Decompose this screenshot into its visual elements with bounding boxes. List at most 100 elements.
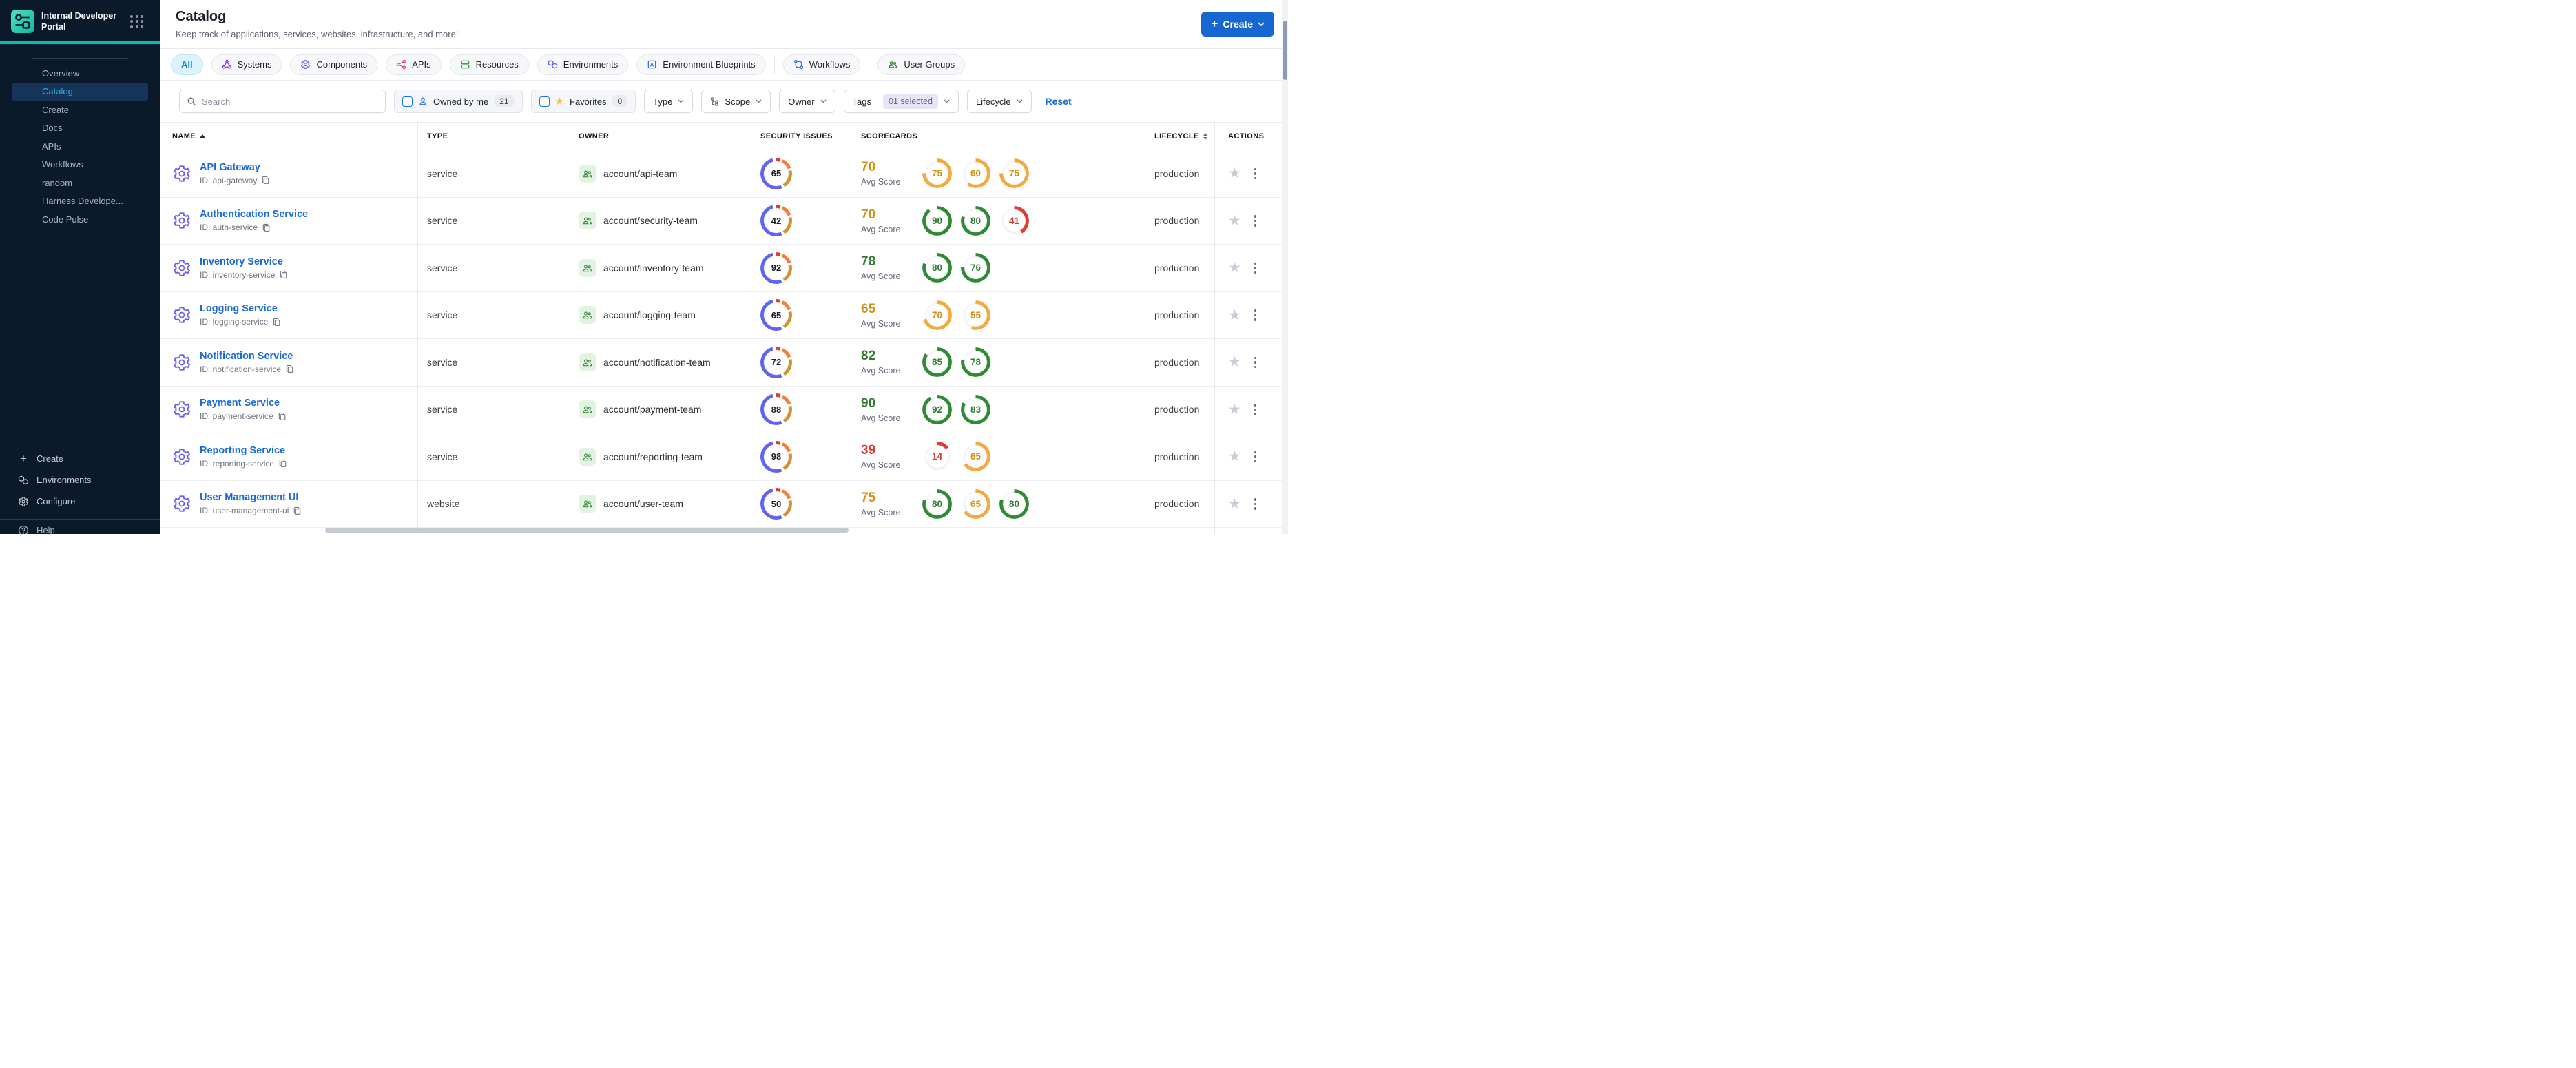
scorecard-ring[interactable]: 41 — [999, 206, 1029, 236]
security-issues-ring[interactable]: 50 — [760, 488, 792, 520]
scorecard-ring[interactable]: 65 — [961, 442, 990, 471]
tab-all[interactable]: All — [171, 54, 203, 75]
security-issues-ring[interactable]: 92 — [760, 252, 792, 284]
sidebar-item-create[interactable]: Create — [12, 101, 148, 119]
favorite-star-icon[interactable]: ★ — [1228, 214, 1241, 228]
favorite-star-icon[interactable]: ★ — [1228, 166, 1241, 181]
entity-name-link[interactable]: Notification Service — [200, 351, 294, 362]
kebab-menu-icon[interactable] — [1252, 449, 1259, 465]
owner-name[interactable]: account/reporting-team — [603, 451, 703, 462]
security-issues-ring[interactable]: 88 — [760, 393, 792, 425]
sidebar-item-configure[interactable]: Configure — [0, 491, 160, 512]
scorecard-ring[interactable]: 55 — [961, 300, 990, 330]
scorecard-ring[interactable]: 92 — [922, 395, 952, 424]
owner-name[interactable]: account/payment-team — [603, 404, 701, 415]
sidebar-item-docs[interactable]: Docs — [12, 119, 148, 138]
entity-name-link[interactable]: Payment Service — [200, 398, 287, 409]
copy-icon[interactable] — [272, 318, 281, 327]
copy-icon[interactable] — [279, 270, 288, 279]
security-issues-ring[interactable]: 65 — [760, 158, 792, 189]
entity-name-link[interactable]: Logging Service — [200, 303, 281, 314]
app-grid-icon[interactable] — [130, 14, 143, 28]
kebab-menu-icon[interactable] — [1252, 402, 1259, 418]
scorecard-ring[interactable]: 75 — [999, 158, 1029, 188]
tab-apis[interactable]: APIs — [386, 54, 442, 75]
sidebar-item-apis[interactable]: APIs — [12, 137, 148, 156]
scorecard-ring[interactable]: 70 — [922, 300, 952, 330]
kebab-menu-icon[interactable] — [1252, 260, 1259, 276]
sidebar-item-environments[interactable]: Environments — [0, 469, 160, 491]
kebab-menu-icon[interactable] — [1252, 166, 1259, 182]
column-header-name[interactable]: NAME — [160, 132, 417, 141]
entity-name-link[interactable]: Authentication Service — [200, 209, 308, 220]
favorite-star-icon[interactable]: ★ — [1228, 402, 1241, 417]
owner-name[interactable]: account/inventory-team — [603, 263, 704, 274]
type-dropdown[interactable]: Type — [644, 90, 694, 113]
sidebar-item-create[interactable]: + Create — [0, 448, 160, 469]
lifecycle-dropdown[interactable]: Lifecycle — [966, 90, 1032, 113]
vertical-scrollbar[interactable] — [1282, 0, 1288, 534]
scorecard-ring[interactable]: 80 — [999, 489, 1029, 519]
tab-environments[interactable]: Environments — [537, 54, 629, 75]
table-row[interactable]: Reporting Service ID: reporting-service … — [160, 433, 1288, 481]
kebab-menu-icon[interactable] — [1252, 355, 1259, 371]
entity-name-link[interactable]: Inventory Service — [200, 256, 288, 267]
table-row[interactable]: Notification Service ID: notification-se… — [160, 339, 1288, 387]
sidebar-item-help[interactable]: Help — [0, 519, 160, 534]
tags-dropdown[interactable]: Tags 01 selected — [843, 90, 959, 113]
table-row[interactable]: User Management UI ID: user-management-u… — [160, 481, 1288, 528]
entity-name-link[interactable]: API Gateway — [200, 162, 270, 173]
favorite-star-icon[interactable]: ★ — [1228, 497, 1241, 511]
owned-by-me-checkbox[interactable] — [402, 96, 413, 107]
sidebar-item-overview[interactable]: Overview — [12, 64, 148, 83]
kebab-menu-icon[interactable] — [1252, 213, 1259, 229]
sidebar-item-harness-develope-[interactable]: Harness Develope... — [12, 192, 148, 211]
owner-name[interactable]: account/notification-team — [603, 357, 711, 368]
tab-resources[interactable]: Resources — [449, 54, 529, 75]
owner-dropdown[interactable]: Owner — [779, 90, 835, 113]
scorecard-ring[interactable]: 65 — [961, 489, 990, 519]
scorecard-ring[interactable]: 80 — [922, 253, 952, 283]
security-issues-ring[interactable]: 72 — [760, 347, 792, 378]
scorecard-ring[interactable]: 85 — [922, 347, 952, 377]
create-button[interactable]: + Create — [1201, 12, 1274, 37]
copy-icon[interactable] — [285, 364, 294, 373]
favorite-star-icon[interactable]: ★ — [1228, 308, 1241, 322]
reset-filters-link[interactable]: Reset — [1046, 96, 1072, 107]
search-input[interactable] — [202, 96, 378, 107]
favorite-star-icon[interactable]: ★ — [1228, 260, 1241, 275]
security-issues-ring[interactable]: 98 — [760, 441, 792, 473]
sidebar-item-catalog[interactable]: Catalog — [12, 82, 148, 101]
sidebar-item-workflows[interactable]: Workflows — [12, 156, 148, 174]
owner-name[interactable]: account/user-team — [603, 498, 683, 509]
scorecard-ring[interactable]: 80 — [961, 206, 990, 236]
scorecard-ring[interactable]: 60 — [961, 158, 990, 188]
tab-components[interactable]: Components — [290, 54, 378, 75]
column-header-lifecycle[interactable]: LIFECYCLE — [1143, 132, 1214, 141]
favorite-star-icon[interactable]: ★ — [1228, 449, 1241, 464]
copy-icon[interactable] — [293, 506, 302, 515]
scope-dropdown[interactable]: Scope — [701, 90, 771, 113]
scorecard-ring[interactable]: 75 — [922, 158, 952, 188]
sidebar-item-random[interactable]: random — [12, 174, 148, 192]
owner-name[interactable]: account/api-team — [603, 168, 677, 179]
entity-name-link[interactable]: Reporting Service — [200, 445, 287, 456]
scorecard-ring[interactable]: 90 — [922, 206, 952, 236]
scorecard-ring[interactable]: 14 — [922, 442, 952, 471]
favorite-star-icon[interactable]: ★ — [1228, 355, 1241, 369]
copy-icon[interactable] — [278, 459, 287, 468]
copy-icon[interactable] — [261, 176, 270, 185]
owner-name[interactable]: account/security-team — [603, 215, 698, 226]
owner-name[interactable]: account/logging-team — [603, 309, 696, 320]
copy-icon[interactable] — [278, 412, 287, 421]
scorecard-ring[interactable]: 80 — [922, 489, 952, 519]
horizontal-scrollbar-thumb[interactable] — [325, 528, 849, 533]
kebab-menu-icon[interactable] — [1252, 307, 1259, 323]
tab-environment-blueprints[interactable]: Environment Blueprints — [636, 54, 766, 75]
table-row[interactable]: API Gateway ID: api-gateway service acco… — [160, 150, 1288, 198]
table-row[interactable]: Inventory Service ID: inventory-service … — [160, 245, 1288, 292]
sidebar-item-code-pulse[interactable]: Code Pulse — [12, 210, 148, 229]
scorecard-ring[interactable]: 78 — [961, 347, 990, 377]
table-row[interactable]: Authentication Service ID: auth-service … — [160, 198, 1288, 245]
copy-icon[interactable] — [262, 223, 271, 232]
